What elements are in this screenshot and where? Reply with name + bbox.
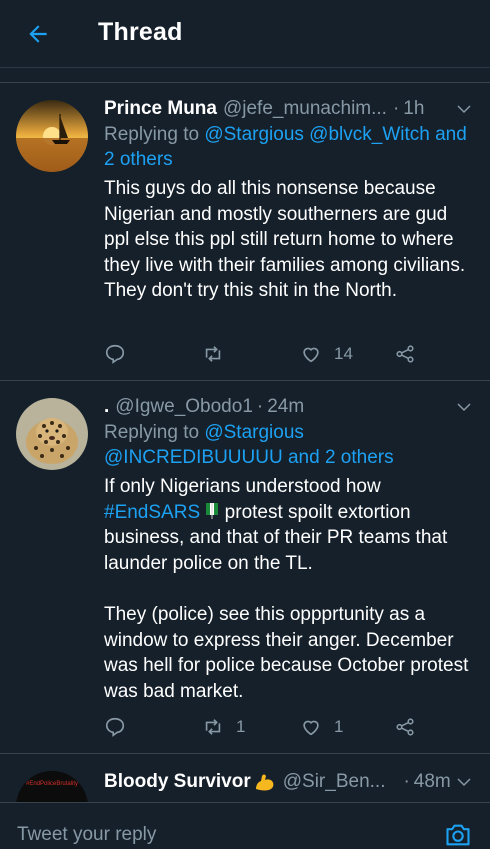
retweet-button[interactable]: 1	[202, 713, 245, 741]
chevron-down-icon[interactable]	[454, 398, 474, 416]
tweet-time[interactable]: 1h	[403, 96, 424, 122]
back-button[interactable]	[24, 20, 52, 48]
hashtag-link[interactable]: #EndSARS	[104, 502, 200, 523]
like-count: 14	[334, 344, 353, 363]
avatar[interactable]	[16, 100, 88, 172]
tweet[interactable]: Prince Muna @jefe_munachim... · 1h Reply…	[0, 84, 490, 381]
thread-spacer	[0, 69, 490, 83]
author-handle[interactable]: @jefe_munachim...	[223, 96, 387, 122]
like-button[interactable]: 14	[300, 340, 353, 368]
chevron-down-icon[interactable]	[454, 773, 474, 791]
share-button[interactable]	[394, 713, 416, 741]
tweet-text: This guys do all this nonsense because N…	[104, 178, 466, 302]
author-handle[interactable]: @Igwe_Obodo1	[115, 394, 253, 420]
tweet-text: If only Nigerians understood how #EndSAR…	[104, 474, 474, 704]
separator-dot: ·	[392, 98, 400, 119]
flexed-biceps-emoji	[255, 774, 274, 791]
share-button[interactable]	[394, 340, 416, 368]
thread-header: Thread	[0, 0, 490, 68]
avatar[interactable]: #EndPoliceBrutality	[16, 771, 88, 802]
replying-to-label: Replying to	[104, 422, 200, 443]
svg-text:#EndPoliceBrutality: #EndPoliceBrutality	[26, 781, 78, 787]
camera-icon[interactable]	[444, 821, 472, 849]
replying-to: Replying to @Stargious @INCREDIBUUUUU an…	[104, 420, 474, 470]
retweet-button[interactable]	[202, 340, 236, 368]
tweet-time[interactable]: 24m	[267, 394, 304, 420]
author-name[interactable]: .	[104, 394, 109, 420]
heart-icon	[303, 347, 319, 363]
avatar[interactable]	[16, 398, 88, 470]
tweet-text-end: protest spoilt extortion business, and t…	[104, 501, 469, 702]
author-name[interactable]: Bloody Survivor	[104, 769, 251, 795]
arrow-left-icon	[29, 25, 47, 43]
reply-composer[interactable]: Tweet your reply	[0, 802, 490, 849]
reply-icon	[105, 344, 125, 364]
reply-icon	[105, 717, 125, 737]
nigeria-flag-emoji	[206, 502, 219, 519]
tweet[interactable]: #EndPoliceBrutality Bloody Survivor @Sir…	[0, 755, 490, 802]
retweet-count: 1	[236, 717, 246, 736]
like-button[interactable]: 1	[300, 713, 343, 741]
reply-input[interactable]: Tweet your reply	[17, 824, 156, 846]
reply-button[interactable]	[104, 713, 126, 741]
tweet-text-start: If only Nigerians understood how	[104, 476, 381, 497]
separator-dot: ·	[256, 396, 264, 417]
author-handle[interactable]: @Sir_Ben...	[283, 769, 386, 795]
retweet-icon	[205, 346, 221, 362]
replying-to: Replying to @Stargious @blvck_Witch and …	[104, 122, 474, 172]
separator-dot: ·	[403, 771, 410, 792]
tweet-time[interactable]: 48m	[414, 769, 451, 795]
author-name[interactable]: Prince Muna	[104, 96, 217, 122]
tweet[interactable]: . @Igwe_Obodo1 · 24m Replying to @Stargi…	[0, 382, 490, 754]
chevron-down-icon[interactable]	[454, 100, 474, 118]
replying-to-label: Replying to	[104, 124, 200, 145]
like-count: 1	[334, 717, 344, 736]
share-icon	[396, 718, 414, 736]
retweet-icon	[205, 719, 221, 735]
heart-icon	[303, 720, 319, 736]
reply-button[interactable]	[104, 340, 126, 368]
page-title: Thread	[98, 18, 183, 46]
share-icon	[396, 345, 414, 363]
